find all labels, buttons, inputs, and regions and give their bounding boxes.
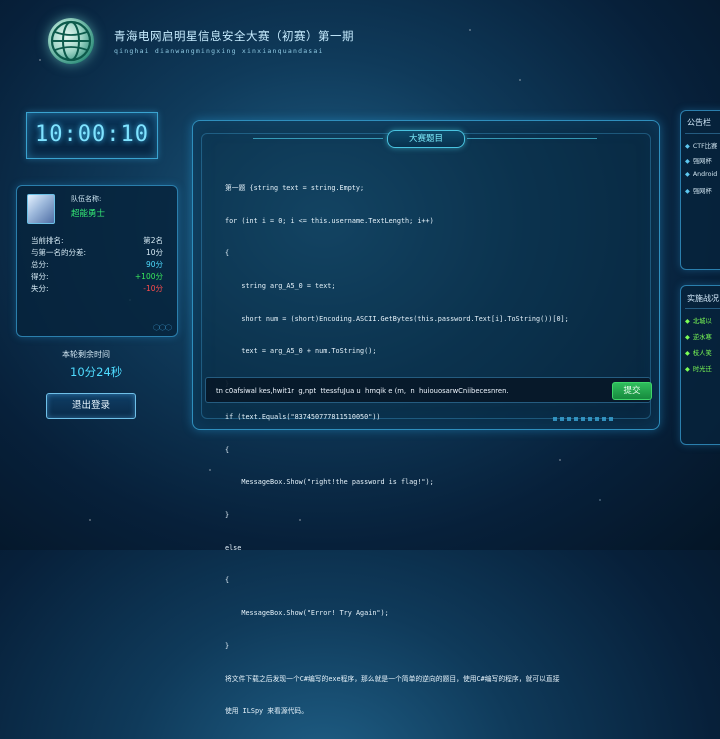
page-title: 青海电网启明星信息安全大赛（初赛）第一期 — [114, 29, 354, 43]
loss-label: 失分: — [31, 284, 49, 293]
tab-line-right — [467, 138, 597, 139]
diamond-bullet-icon: ◆ — [685, 158, 690, 165]
problem-line: 第一题 {string text = string.Empty; — [225, 183, 365, 192]
gain-label: 得分: — [31, 272, 49, 281]
problem-line: } — [225, 511, 230, 519]
answer-input[interactable] — [214, 382, 588, 400]
diamond-bullet-icon: ◆ — [685, 188, 690, 195]
globe-logo-icon — [48, 18, 94, 64]
gap-row: 与第一名的分差: 10分 — [31, 247, 163, 258]
problem-line: { — [225, 576, 230, 585]
problem-line: { — [225, 249, 230, 258]
problem-line: { — [225, 445, 230, 454]
problem-line: string arg_A5_0 = text; — [225, 281, 336, 290]
answer-bar: 提交 — [205, 377, 652, 403]
status-item: ◆ 时光迁 — [685, 366, 712, 373]
live-status-panel: 实施战况 ◆ 北城以 ◆ 逆水寒 ◆ 枝人笑 ◆ 时光迁 — [680, 285, 720, 445]
dots-decoration — [553, 417, 613, 421]
problem-line: 使用 ILSpy 来看源代码。 — [225, 707, 309, 716]
problem-line: MessageBox.Show("Error! Try Again"); — [225, 609, 389, 618]
loss-row: 失分: -10分 — [31, 283, 163, 294]
tab-line-left — [253, 138, 383, 139]
team-avatar — [27, 194, 55, 224]
announcement-item[interactable]: ◆ Android — [685, 171, 717, 178]
announcement-item[interactable]: ◆ 强网杯 — [685, 186, 712, 195]
rank-value: 第2名 — [143, 236, 163, 245]
diamond-bullet-icon: ◆ — [685, 350, 690, 357]
status-item: ◆ 北城以 — [685, 318, 712, 325]
problem-line: 将文件下载之后发现一个C#编写的exe程序，那么就是一个简单的逆向的题目，使用C… — [225, 674, 560, 683]
logout-button[interactable]: 退出登录 — [46, 393, 136, 419]
team-info-panel: 队伍名称: 超能勇士 当前排名: 第2名 与第一名的分差: 10分 总分: 90… — [16, 185, 178, 337]
diamond-bullet-icon: ◆ — [685, 318, 690, 325]
problem-line: short num = (short)Encoding.ASCII.GetByt… — [225, 314, 569, 323]
remaining-time-label: 本轮剩余时间 — [62, 350, 110, 359]
problem-line: for (int i = 0; i <= this.username.TextL… — [225, 216, 434, 225]
problem-line: else — [225, 543, 242, 552]
submit-button[interactable]: 提交 — [612, 382, 652, 400]
announcement-panel: 公告栏 ◆ CTF比赛 ◆ 强网杯 ◆ Android ◆ 强网杯 — [680, 110, 720, 270]
live-status-title: 实施战况 — [687, 294, 719, 303]
announcement-item[interactable]: ◆ CTF比赛 — [685, 141, 717, 150]
diamond-bullet-icon: ◆ — [685, 143, 690, 150]
gain-value: +100分 — [134, 272, 163, 281]
gap-value: 10分 — [145, 248, 163, 257]
diamond-bullet-icon: ◆ — [685, 366, 690, 373]
remaining-time-value: 10分24秒 — [70, 365, 123, 379]
page-subtitle-pinyin: qinghai dianwangmingxing xinxianquandasa… — [114, 47, 324, 55]
total-value: 90分 — [145, 260, 163, 269]
total-row: 总分: 90分 — [31, 259, 163, 270]
countdown-timer: 10:00:10 — [26, 112, 158, 159]
team-name: 超能勇士 — [71, 209, 106, 219]
total-label: 总分: — [31, 260, 49, 269]
rank-label: 当前排名: — [31, 236, 64, 245]
team-name-label: 队伍名称: — [71, 195, 102, 203]
problem-text: 第一题 {string text = string.Empty; for (in… — [225, 161, 635, 739]
status-item: ◆ 逆水寒 — [685, 334, 712, 341]
diamond-bullet-icon: ◆ — [685, 171, 690, 178]
problem-tab-title: 大赛题目 — [387, 130, 465, 148]
rank-row: 当前排名: 第2名 — [31, 235, 163, 246]
problem-panel: 大赛题目 第一题 {string text = string.Empty; fo… — [192, 120, 660, 715]
announcement-title: 公告栏 — [687, 118, 711, 127]
hex-decoration: ⬡⬡⬡ — [153, 323, 172, 332]
gain-row: 得分: +100分 — [31, 271, 163, 282]
loss-value: -10分 — [143, 284, 163, 293]
announcement-item[interactable]: ◆ 强网杯 — [685, 156, 712, 165]
divider — [685, 308, 720, 309]
gap-label: 与第一名的分差: — [31, 248, 87, 257]
problem-line: } — [225, 641, 230, 650]
timer-value: 10:00:10 — [35, 122, 149, 147]
problem-line: text = arg_A5_0 + num.ToString(); — [225, 347, 377, 356]
diamond-bullet-icon: ◆ — [685, 334, 690, 341]
status-item: ◆ 枝人笑 — [685, 350, 712, 357]
divider — [685, 133, 720, 134]
problem-line: MessageBox.Show("right!the password is f… — [225, 478, 434, 487]
